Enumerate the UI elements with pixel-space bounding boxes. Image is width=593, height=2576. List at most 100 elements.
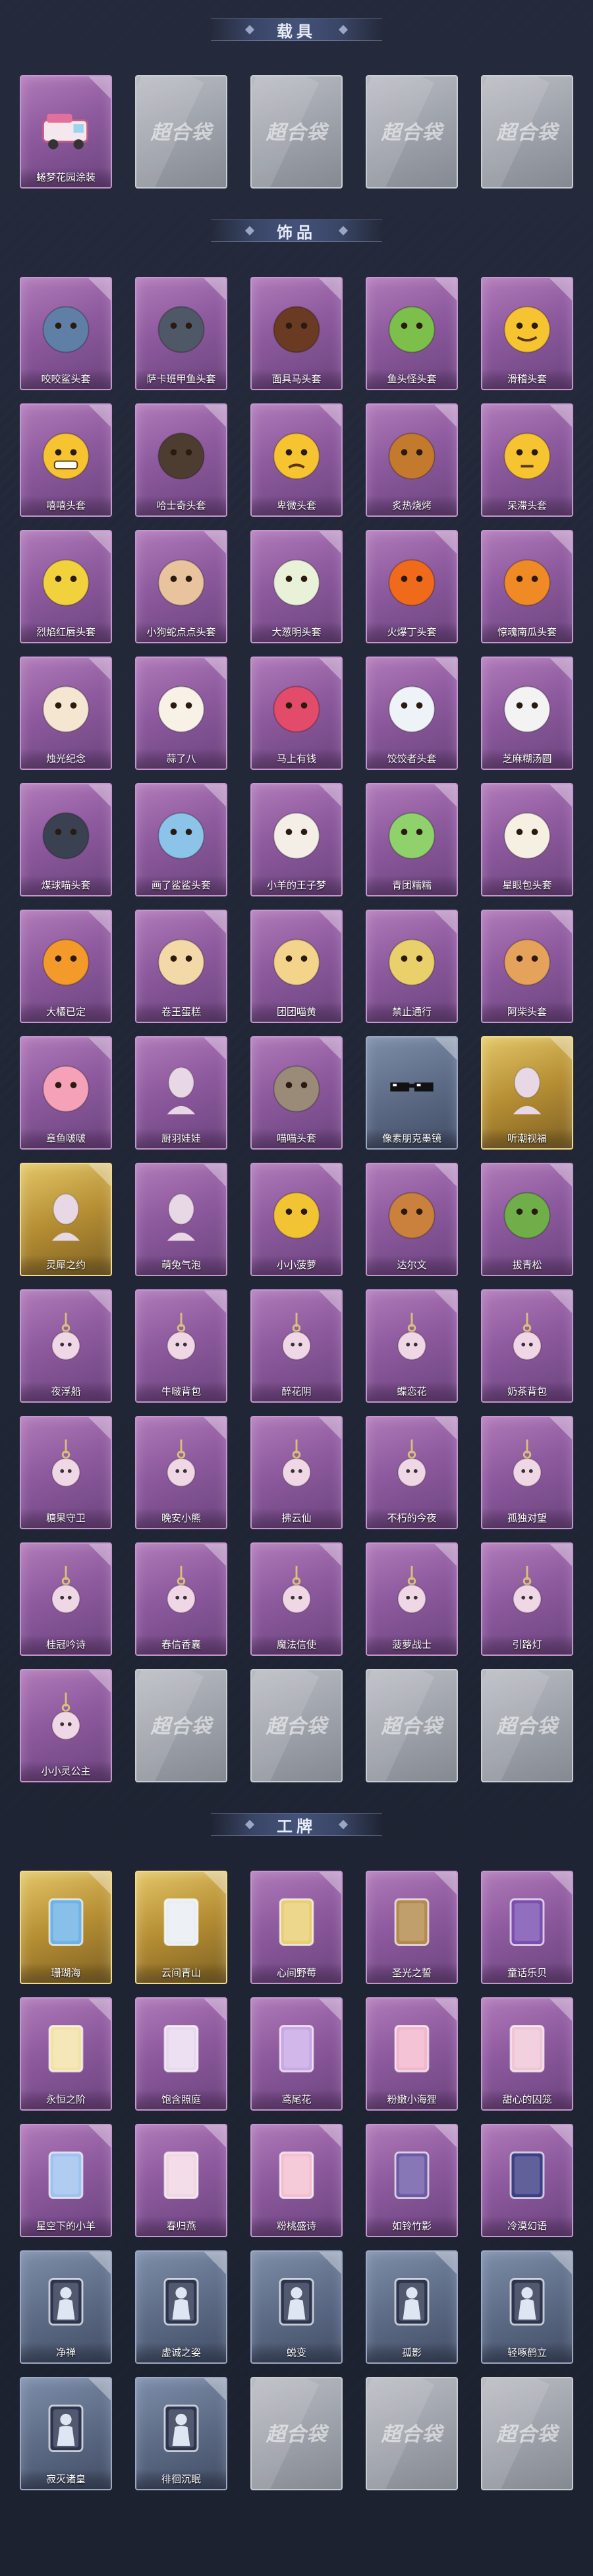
item-card[interactable]: 小小灵公主 — [20, 1669, 112, 1782]
item-name: 粉嫩小海狸 — [367, 2090, 457, 2109]
item-card[interactable]: 徘徊沉眠 — [135, 2377, 227, 2490]
item-card[interactable]: 星眼包头套 — [481, 783, 573, 896]
item-card[interactable]: 小羊的王子梦 — [250, 783, 343, 896]
item-card[interactable]: 晚安小熊 — [135, 1416, 227, 1529]
item-card[interactable]: 甜心的囚笼 — [481, 1997, 573, 2111]
item-card[interactable]: 烛光纪念 — [20, 657, 112, 770]
item-card[interactable]: 牛啵背包 — [135, 1289, 227, 1403]
item-card[interactable]: 面具马头套 — [250, 277, 343, 390]
item-name: 画了鲨鲨头套 — [136, 875, 226, 895]
item-name: 嘻嘻头套 — [21, 496, 111, 515]
item-card[interactable]: 咬咬鲨头套 — [20, 277, 112, 390]
item-card[interactable]: 小狗蛇点点头套 — [135, 530, 227, 643]
item-card[interactable]: 饱含照庭 — [135, 1997, 227, 2111]
item-card[interactable]: 引路灯 — [481, 1542, 573, 1656]
item-card[interactable]: 不朽的今夜 — [366, 1416, 458, 1529]
item-card[interactable]: 寂灭诸皇 — [20, 2377, 112, 2490]
item-card[interactable]: 拂云仙 — [250, 1416, 343, 1529]
item-card[interactable]: 夜浮船 — [20, 1289, 112, 1403]
item-name: 蝶恋花 — [367, 1382, 457, 1401]
item-card[interactable]: 星空下的小羊 — [20, 2124, 112, 2237]
empty-item-slot[interactable]: 超合袋 — [366, 1669, 458, 1782]
item-card[interactable]: 马上有钱 — [250, 657, 343, 770]
item-card[interactable]: 永恒之阶 — [20, 1997, 112, 2111]
item-card[interactable]: 蒜了八 — [135, 657, 227, 770]
item-card[interactable]: 小小菠萝 — [250, 1163, 343, 1276]
item-card[interactable]: 菠萝战士 — [366, 1542, 458, 1656]
item-name: 孤独对望 — [482, 1508, 572, 1528]
item-card[interactable]: 煤球喵头套 — [20, 783, 112, 896]
item-name: 糖果守卫 — [21, 1508, 111, 1528]
item-card[interactable]: 粉嫩小海狸 — [366, 1997, 458, 2111]
item-card[interactable]: 鱼头怪头套 — [366, 277, 458, 390]
item-card[interactable]: 桂冠吟诗 — [20, 1542, 112, 1656]
item-row: 蜷梦花园涂装 超合袋 超合袋 超合袋 超合袋 — [20, 75, 573, 189]
item-card[interactable]: 达尔文 — [366, 1163, 458, 1276]
item-card[interactable]: 青团糯糯 — [366, 783, 458, 896]
item-card[interactable]: 春信香囊 — [135, 1542, 227, 1656]
item-card[interactable]: 团团喵黄 — [250, 910, 343, 1023]
item-card[interactable]: 芝麻糊汤圆 — [481, 657, 573, 770]
item-card[interactable]: 拔青松 — [481, 1163, 573, 1276]
item-card[interactable]: 粉桃盛诗 — [250, 2124, 343, 2237]
empty-item-slot[interactable]: 超合袋 — [481, 1669, 573, 1782]
item-card[interactable]: 惊魂南瓜头套 — [481, 530, 573, 643]
item-card[interactable]: 圣光之誓 — [366, 1871, 458, 1984]
item-card[interactable]: 火爆丁头套 — [366, 530, 458, 643]
item-card[interactable]: 鸢尾花 — [250, 1997, 343, 2111]
item-card[interactable]: 云间青山 — [135, 1871, 227, 1984]
item-card[interactable]: 魔法信使 — [250, 1542, 343, 1656]
item-card[interactable]: 滑稽头套 — [481, 277, 573, 390]
item-card[interactable]: 炙热烧烤 — [366, 403, 458, 517]
item-card[interactable]: 蜕变 — [250, 2250, 343, 2364]
item-card[interactable]: 醉花阴 — [250, 1289, 343, 1403]
item-card[interactable]: 奶茶背包 — [481, 1289, 573, 1403]
item-card[interactable]: 大葱明头套 — [250, 530, 343, 643]
item-card[interactable]: 章鱼啵啵 — [20, 1036, 112, 1150]
item-card[interactable]: 大橘已定 — [20, 910, 112, 1023]
item-card[interactable]: 像素朋克墨镜 — [366, 1036, 458, 1150]
item-card[interactable]: 灵犀之约 — [20, 1163, 112, 1276]
item-card[interactable]: 冷漠幻语 — [481, 2124, 573, 2237]
item-card[interactable]: 画了鲨鲨头套 — [135, 783, 227, 896]
item-card[interactable]: 萌兔气泡 — [135, 1163, 227, 1276]
item-card[interactable]: 哈士奇头套 — [135, 403, 227, 517]
item-card[interactable]: 喵喵头套 — [250, 1036, 343, 1150]
item-card[interactable]: 糖果守卫 — [20, 1416, 112, 1529]
fire-head-icon — [380, 550, 443, 613]
empty-item-slot[interactable]: 超合袋 — [250, 1669, 343, 1782]
item-card[interactable]: 净禅 — [20, 2250, 112, 2364]
item-card[interactable]: 童话乐贝 — [481, 1871, 573, 1984]
empty-item-slot[interactable]: 超合袋 — [250, 2377, 343, 2490]
silhouette-pose-icon — [265, 2270, 328, 2333]
item-card[interactable]: 萨卡班甲鱼头套 — [135, 277, 227, 390]
item-card[interactable]: 虚诚之姿 — [135, 2250, 227, 2364]
item-card[interactable]: 轻啄鹤立 — [481, 2250, 573, 2364]
empty-item-slot[interactable]: 超合袋 — [481, 75, 573, 189]
item-card[interactable]: 烈焰红唇头套 — [20, 530, 112, 643]
empty-item-slot[interactable]: 超合袋 — [366, 2377, 458, 2490]
item-card[interactable]: 厨羽娃娃 — [135, 1036, 227, 1150]
item-card[interactable]: 孤独对望 — [481, 1416, 573, 1529]
item-name: 冷漠幻语 — [482, 2216, 572, 2236]
item-card[interactable]: 卷王蛋糕 — [135, 910, 227, 1023]
item-card[interactable]: 心间野莓 — [250, 1871, 343, 1984]
item-card[interactable]: 蝶恋花 — [366, 1289, 458, 1403]
empty-item-slot[interactable]: 超合袋 — [135, 1669, 227, 1782]
item-card[interactable]: 禁止通行 — [366, 910, 458, 1023]
item-card[interactable]: 饺饺者头套 — [366, 657, 458, 770]
item-card[interactable]: 如铃竹影 — [366, 2124, 458, 2237]
item-card[interactable]: 春归燕 — [135, 2124, 227, 2237]
empty-item-slot[interactable]: 超合袋 — [250, 75, 343, 189]
item-card[interactable]: 呆滞头套 — [481, 403, 573, 517]
item-card[interactable]: 阿柴头套 — [481, 910, 573, 1023]
empty-item-slot[interactable]: 超合袋 — [481, 2377, 573, 2490]
item-card[interactable]: 嘻嘻头套 — [20, 403, 112, 517]
empty-item-slot[interactable]: 超合袋 — [135, 75, 227, 189]
item-card[interactable]: 孤影 — [366, 2250, 458, 2364]
item-card[interactable]: 珊瑚海 — [20, 1871, 112, 1984]
item-card[interactable]: 蜷梦花园涂装 — [20, 75, 112, 189]
item-card[interactable]: 卑微头套 — [250, 403, 343, 517]
item-card[interactable]: 听潮视福 — [481, 1036, 573, 1150]
empty-item-slot[interactable]: 超合袋 — [366, 75, 458, 189]
